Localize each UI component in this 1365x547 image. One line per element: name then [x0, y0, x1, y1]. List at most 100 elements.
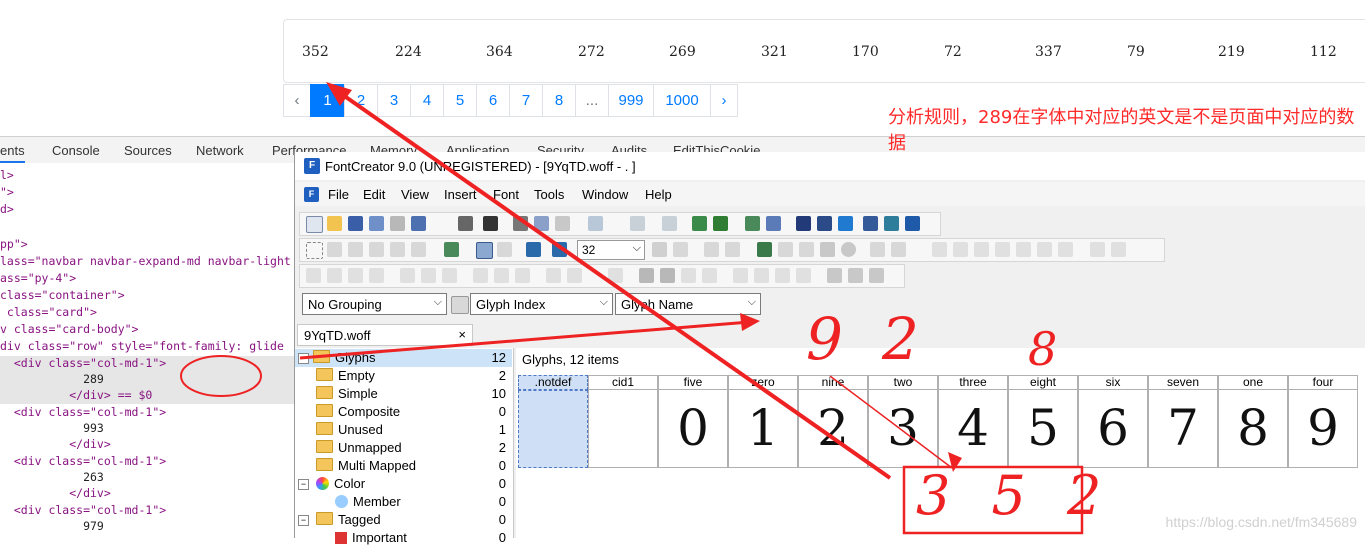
pagination-page-1000[interactable]: 1000	[653, 84, 711, 117]
undo-icon[interactable]	[588, 216, 603, 231]
dom-line[interactable]: ">	[0, 184, 14, 200]
pagination-page-2[interactable]: 2	[344, 84, 378, 117]
dom-line[interactable]: </div>	[0, 436, 111, 452]
dom-line[interactable]: </div>	[0, 485, 111, 501]
align-vcenter-icon[interactable]	[494, 268, 509, 283]
kerning-icon[interactable]	[817, 216, 832, 231]
space-icon[interactable]	[546, 268, 561, 283]
refresh-icon[interactable]	[662, 216, 677, 231]
tree-item-member[interactable]: Member 0	[295, 493, 512, 511]
menu-font[interactable]: Font	[493, 187, 519, 202]
paste-icon[interactable]	[555, 216, 570, 231]
ellipse-icon[interactable]	[841, 242, 856, 257]
collapse-icon[interactable]: −	[298, 479, 309, 490]
layout-icon[interactable]	[1111, 242, 1126, 257]
fit-icon[interactable]	[652, 242, 667, 257]
menu-view[interactable]: View	[401, 187, 429, 202]
table-icon[interactable]	[766, 216, 781, 231]
copy-icon[interactable]	[534, 216, 549, 231]
tree-item-important[interactable]: Important 0	[295, 529, 512, 547]
dom-text-node[interactable]: 993	[0, 420, 104, 436]
collapse-icon[interactable]: −	[298, 353, 309, 364]
hand-icon[interactable]	[348, 242, 363, 257]
dom-line[interactable]: pp">	[0, 236, 28, 252]
open-icon[interactable]	[327, 216, 342, 231]
grouping-select[interactable]: No Grouping ⌵	[302, 293, 447, 315]
pagination-page-6[interactable]: 6	[476, 84, 510, 117]
trace-icon[interactable]	[778, 242, 793, 257]
unlink-icon[interactable]	[869, 268, 884, 283]
rectangle-icon[interactable]	[820, 242, 835, 257]
sort-icon[interactable]	[451, 296, 469, 314]
devtools-tab-sources[interactable]: Sources	[124, 143, 172, 158]
dom-line[interactable]: <div class="col-md-1">	[0, 355, 166, 371]
pagination-page-5[interactable]: 5	[443, 84, 477, 117]
tree-icon[interactable]	[1090, 242, 1105, 257]
tree-item-tagged[interactable]: − Tagged 0	[295, 511, 512, 529]
mirror-icon[interactable]	[796, 268, 811, 283]
export-icon[interactable]	[411, 216, 426, 231]
distribute-icon[interactable]	[974, 242, 989, 257]
grid-icon[interactable]	[476, 242, 493, 259]
image-icon[interactable]	[757, 242, 772, 257]
find-icon[interactable]	[483, 216, 498, 231]
devtools-tab-console[interactable]: Console	[52, 143, 100, 158]
link-icon[interactable]	[848, 268, 863, 283]
vertical-space-icon[interactable]	[567, 268, 582, 283]
exclude-icon[interactable]	[369, 268, 384, 283]
dom-line[interactable]: <div class="col-md-1">	[0, 502, 166, 518]
validate-icon[interactable]	[745, 216, 760, 231]
select-icon[interactable]	[306, 242, 323, 259]
baseline-icon[interactable]	[1016, 242, 1031, 257]
previous-glyph-icon[interactable]	[870, 242, 885, 257]
menu-file[interactable]: File	[328, 187, 349, 202]
measure-icon[interactable]	[369, 242, 384, 257]
zoom-level-select[interactable]: 32 ⌵	[577, 240, 645, 260]
add-glyphs-icon[interactable]	[713, 216, 728, 231]
bounds-icon[interactable]	[995, 242, 1010, 257]
web-icon[interactable]	[884, 216, 899, 231]
glyph-index-select[interactable]: Glyph Index ⌵	[470, 293, 613, 315]
zoom-out-icon[interactable]	[552, 242, 567, 257]
dom-line[interactable]: ass="py-4">	[0, 270, 76, 286]
anchor-attach-icon[interactable]	[1058, 242, 1073, 257]
dom-line[interactable]: <div class="col-md-1">	[0, 404, 166, 420]
print-icon[interactable]	[458, 216, 473, 231]
align-grid-icon[interactable]	[932, 242, 947, 257]
tree-item-composite[interactable]: Composite 0	[295, 403, 512, 421]
dom-text-node[interactable]: 289	[0, 371, 104, 387]
pagination-page-8[interactable]: 8	[542, 84, 576, 117]
pen-icon[interactable]	[390, 242, 405, 257]
collapse-icon[interactable]: −	[298, 515, 309, 526]
menu-insert[interactable]: Insert	[444, 187, 477, 202]
dom-line[interactable]: d>	[0, 201, 14, 217]
align-bottom-icon[interactable]	[515, 268, 530, 283]
dom-line[interactable]: v class="card-body">	[0, 321, 138, 337]
layers-icon[interactable]	[827, 268, 842, 283]
copy-font-icon[interactable]	[390, 216, 405, 231]
erase-icon[interactable]	[639, 268, 654, 283]
subtract-icon[interactable]	[348, 268, 363, 283]
check-icon[interactable]	[838, 216, 853, 231]
add-glyph-icon[interactable]	[692, 216, 707, 231]
next-glyph-icon[interactable]	[891, 242, 906, 257]
slant-left-icon[interactable]	[733, 268, 748, 283]
pagination-page-4[interactable]: 4	[410, 84, 444, 117]
menu-help[interactable]: Help	[645, 187, 672, 202]
dom-text-node[interactable]: 263	[0, 469, 104, 485]
dom-line[interactable]: class="container">	[0, 287, 125, 303]
anchor-icon[interactable]	[1037, 242, 1052, 257]
node-icon[interactable]	[725, 242, 740, 257]
align-center-icon[interactable]	[953, 242, 968, 257]
background-icon[interactable]	[444, 242, 459, 257]
slant-right-icon[interactable]	[775, 268, 790, 283]
dom-line[interactable]: l>	[0, 167, 14, 183]
intersect-icon[interactable]	[327, 268, 342, 283]
tree-item-empty[interactable]: Empty 2	[295, 367, 512, 385]
combine-icon[interactable]	[306, 268, 321, 283]
tree-item-unmapped[interactable]: Unmapped 2	[295, 439, 512, 457]
preview-icon[interactable]	[863, 216, 878, 231]
zoom-window-icon[interactable]	[673, 242, 688, 257]
pagination-next[interactable]: ›	[710, 84, 738, 117]
properties-icon[interactable]	[796, 216, 811, 231]
